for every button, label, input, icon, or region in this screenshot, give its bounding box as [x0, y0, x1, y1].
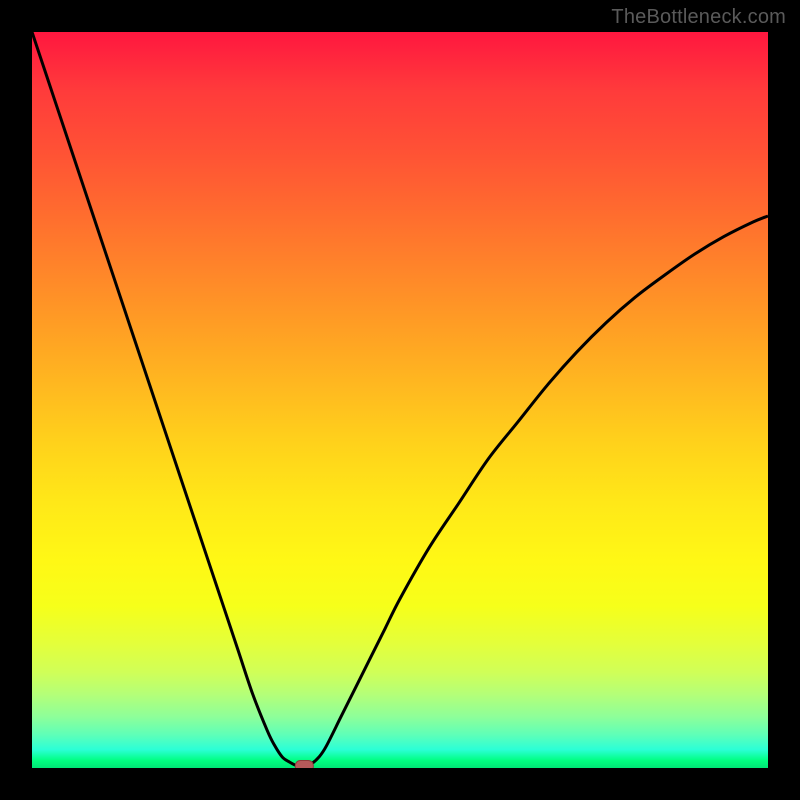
- minimum-marker: [295, 761, 313, 768]
- plot-area: [32, 32, 768, 768]
- chart-frame: TheBottleneck.com: [0, 0, 800, 800]
- curve-path: [32, 32, 768, 767]
- curve-layer: [32, 32, 768, 768]
- watermark-text: TheBottleneck.com: [611, 6, 786, 29]
- bottleneck-curve: [32, 32, 768, 767]
- minimum-marker-icon: [295, 761, 313, 768]
